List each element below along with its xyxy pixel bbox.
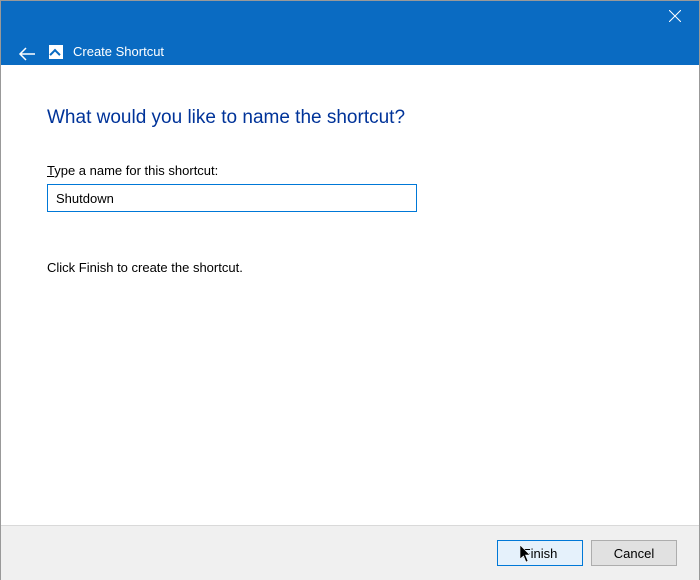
close-icon [669, 10, 681, 22]
close-button[interactable] [651, 1, 699, 31]
footer: Finish Cancel [1, 525, 699, 580]
finish-button[interactable]: Finish [497, 540, 583, 566]
cancel-button[interactable]: Cancel [591, 540, 677, 566]
page-heading: What would you like to name the shortcut… [47, 107, 653, 129]
window-title: Create Shortcut [73, 44, 164, 59]
arrow-left-icon [18, 47, 36, 61]
titlebar: Create Shortcut [1, 1, 699, 65]
back-button[interactable] [15, 45, 39, 63]
name-field-label: Type a name for this shortcut: [47, 163, 653, 178]
hint-text: Click Finish to create the shortcut. [47, 260, 653, 275]
shortcut-name-input[interactable] [47, 184, 417, 212]
shortcut-icon [49, 45, 63, 59]
wizard-content: What would you like to name the shortcut… [1, 65, 699, 525]
